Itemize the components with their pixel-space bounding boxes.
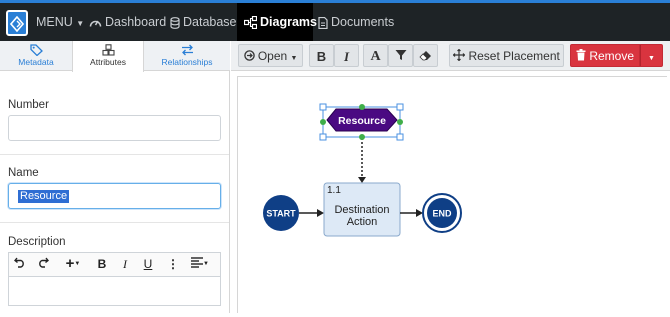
rte-underline-button[interactable]: U xyxy=(142,256,154,272)
connection-point[interactable] xyxy=(359,134,365,140)
panel-tabs: Metadata Attributes Relationships xyxy=(0,41,230,72)
description-editor[interactable] xyxy=(8,276,221,306)
end-event[interactable]: END xyxy=(422,193,462,233)
divider xyxy=(0,154,229,155)
tag-icon xyxy=(29,44,43,57)
action-number: 1.1 xyxy=(327,185,341,196)
diagram-toolbar: Open ▼ B I A Reset Placement Remove ▼ xyxy=(231,41,670,71)
name-input[interactable]: Resource xyxy=(8,183,221,209)
start-event[interactable]: START xyxy=(263,195,299,231)
cubes-icon xyxy=(101,44,115,56)
menu-dropdown[interactable]: MENU ▼ xyxy=(36,3,84,41)
rte-italic-button[interactable]: I xyxy=(120,256,130,272)
open-label: Open xyxy=(257,49,288,63)
italic-button[interactable]: I xyxy=(334,44,359,67)
nav-documents-label: Documents xyxy=(331,15,395,29)
nav-dashboard[interactable]: Dashboard xyxy=(89,3,166,41)
resize-handle[interactable] xyxy=(396,103,404,111)
description-label: Description xyxy=(8,236,66,248)
nav-database-label: Database xyxy=(183,15,237,29)
rte-more-button[interactable]: ⋮ xyxy=(167,256,179,272)
caret-down-icon: ▼ xyxy=(74,261,81,267)
reset-placement-button[interactable]: Reset Placement xyxy=(449,44,564,67)
redo-icon[interactable] xyxy=(36,256,50,272)
diagram-canvas[interactable]: Resource START 1.1 Destination Action EN… xyxy=(237,76,667,313)
tab-attributes-label: Attributes xyxy=(90,57,126,67)
resource-label: Resource xyxy=(338,115,386,127)
diagram-icon xyxy=(243,16,258,30)
undo-icon[interactable] xyxy=(13,256,27,272)
top-navbar: MENU ▼ Dashboard Database Diagrams Docum… xyxy=(0,0,670,41)
app-logo-icon[interactable] xyxy=(6,10,28,36)
connection-point[interactable] xyxy=(397,119,403,125)
rte-toolbar: +▼ B I U ⋮ ▼ xyxy=(8,252,221,276)
tab-metadata-label: Metadata xyxy=(18,57,54,67)
filter-button[interactable] xyxy=(388,44,413,67)
align-dropdown[interactable]: ▼ xyxy=(188,256,212,272)
action-label-line2: Action xyxy=(347,216,378,228)
insert-dropdown[interactable]: +▼ xyxy=(61,256,85,272)
diagram-svg: Resource START 1.1 Destination Action EN… xyxy=(263,103,462,237)
tab-relationships[interactable]: Relationships xyxy=(144,41,230,71)
tab-metadata[interactable]: Metadata xyxy=(0,41,72,71)
end-label: END xyxy=(432,209,452,219)
start-connector-arrow xyxy=(317,209,324,217)
arrow-circle-right-icon xyxy=(243,50,255,61)
eraser-icon xyxy=(419,51,431,61)
move-arrows-icon xyxy=(452,48,466,62)
resource-connector-arrow xyxy=(358,177,366,183)
start-label: START xyxy=(266,209,296,219)
menu-label: MENU xyxy=(36,15,73,29)
number-input[interactable] xyxy=(8,115,221,141)
nav-database[interactable]: Database xyxy=(170,3,237,41)
connection-point[interactable] xyxy=(320,119,326,125)
bold-button[interactable]: B xyxy=(309,44,334,67)
end-connector-arrow xyxy=(416,209,423,217)
resize-handle[interactable] xyxy=(319,103,327,111)
rte-bold-button[interactable]: B xyxy=(96,256,108,272)
remove-dropdown-button[interactable]: ▼ xyxy=(640,44,663,67)
resource-node[interactable]: Resource xyxy=(326,108,398,132)
number-label: Number xyxy=(8,99,49,111)
gauge-icon xyxy=(89,20,102,27)
destination-action-node[interactable]: 1.1 Destination Action xyxy=(323,182,401,237)
remove-label: Remove xyxy=(589,49,635,63)
nav-diagrams-label: Diagrams xyxy=(260,15,317,29)
document-icon xyxy=(318,16,328,29)
remove-button[interactable]: Remove xyxy=(570,44,640,67)
divider xyxy=(0,222,229,223)
align-left-icon xyxy=(191,257,204,268)
resize-handle[interactable] xyxy=(396,133,404,141)
reset-placement-label: Reset Placement xyxy=(468,49,560,63)
filter-icon xyxy=(395,50,406,60)
nav-dashboard-label: Dashboard xyxy=(105,15,167,29)
nav-diagrams[interactable]: Diagrams xyxy=(237,3,317,41)
connection-point[interactable] xyxy=(359,104,365,110)
font-button[interactable]: A xyxy=(363,44,388,67)
exchange-icon xyxy=(181,44,193,56)
eraser-button[interactable] xyxy=(413,44,438,67)
action-label-line1: Destination xyxy=(334,204,389,216)
resize-handle[interactable] xyxy=(319,133,327,141)
trash-icon xyxy=(576,49,586,61)
database-icon xyxy=(170,16,180,29)
nav-documents[interactable]: Documents xyxy=(318,3,394,41)
tab-relationships-label: Relationships xyxy=(161,57,213,67)
caret-down-icon: ▼ xyxy=(203,261,209,267)
caret-down-icon: ▼ xyxy=(290,55,298,62)
caret-down-icon: ▼ xyxy=(648,55,655,62)
tab-attributes[interactable]: Attributes xyxy=(72,41,144,72)
open-button[interactable]: Open ▼ xyxy=(238,44,303,67)
caret-down-icon: ▼ xyxy=(76,19,85,28)
name-value-selected: Resource xyxy=(18,190,70,203)
name-label: Name xyxy=(8,167,39,179)
